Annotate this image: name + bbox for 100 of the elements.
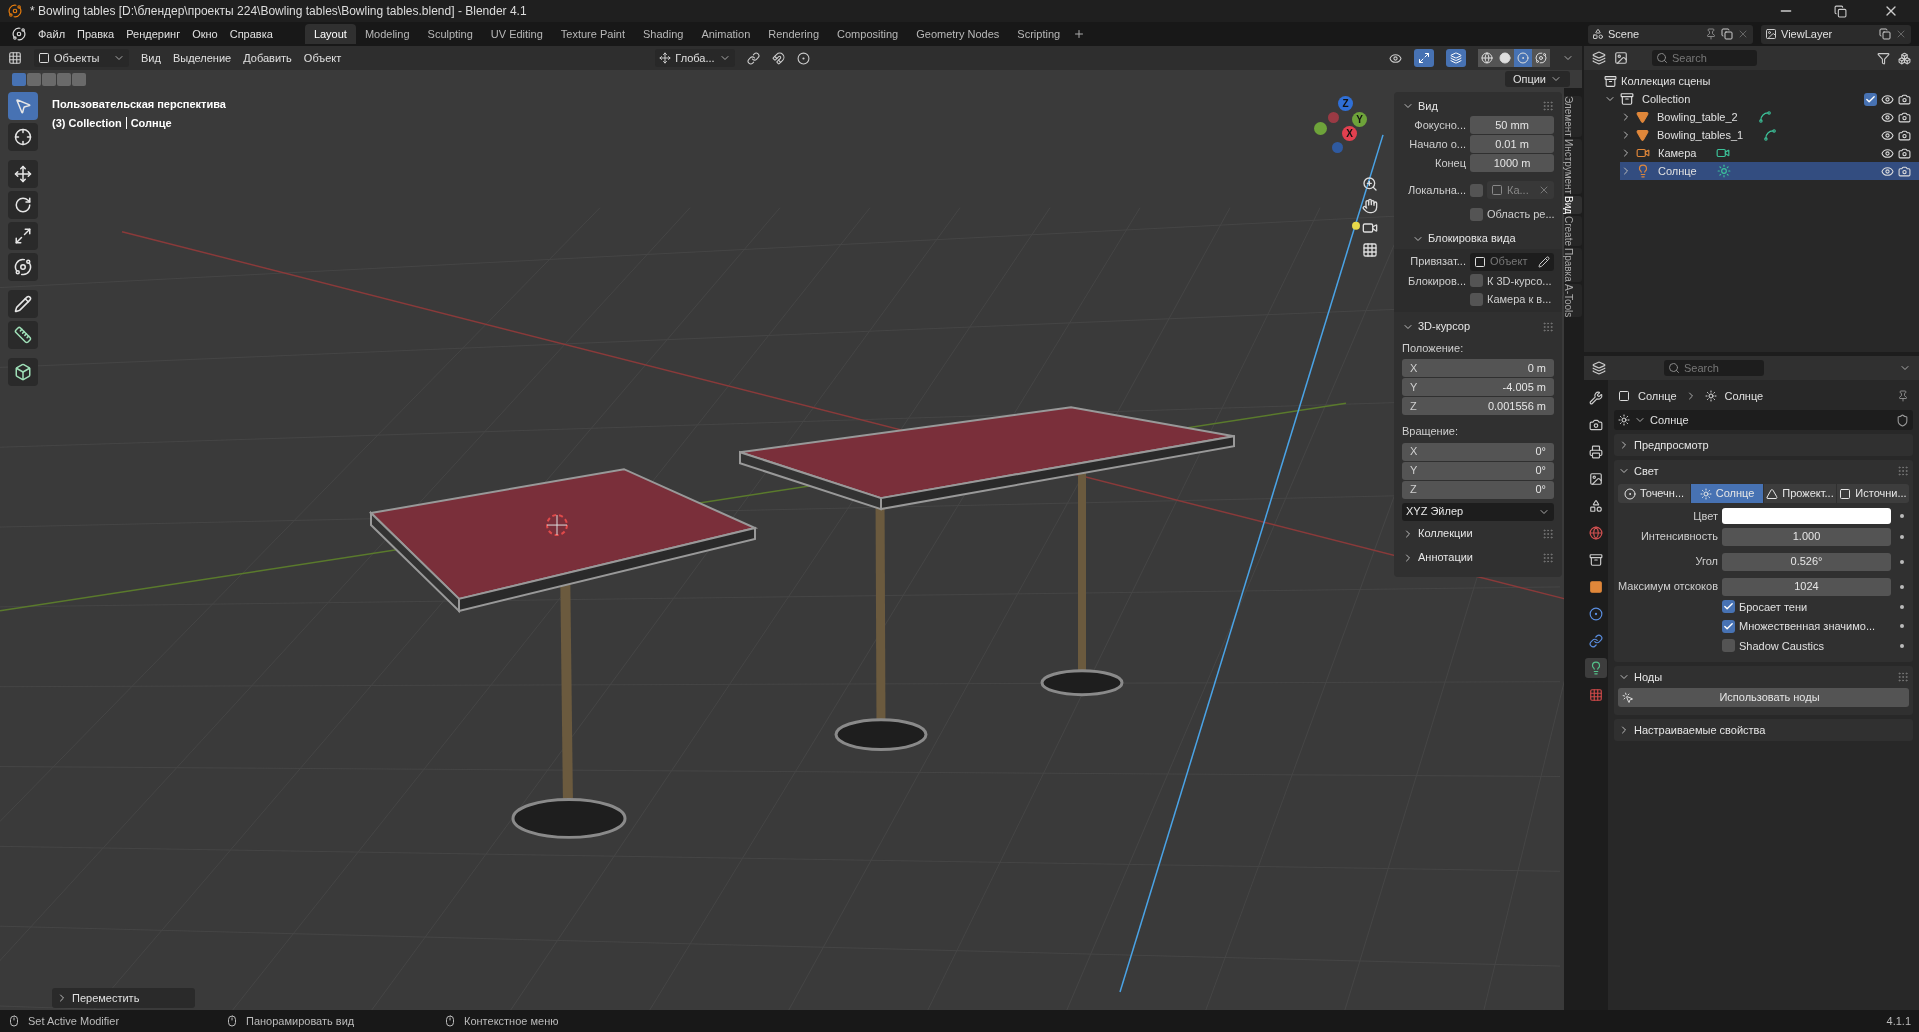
editor-type-icon[interactable] <box>8 51 22 65</box>
number-field[interactable]: 50 mm <box>1470 116 1554 134</box>
menu-item[interactable]: Рендеринг <box>126 25 181 43</box>
sidebar-tab[interactable]: Элемент <box>1564 96 1582 137</box>
camera-render-icon[interactable] <box>1898 146 1911 160</box>
camera-view-icon[interactable] <box>1362 220 1378 236</box>
camera-render-icon[interactable] <box>1898 128 1911 142</box>
gizmo-toggle[interactable] <box>1414 49 1434 67</box>
copy-icon[interactable] <box>1879 28 1891 40</box>
drag-handle-icon[interactable] <box>1897 465 1909 477</box>
color-swatch[interactable] <box>1722 508 1891 525</box>
add-workspace-icon[interactable] <box>1073 28 1086 40</box>
orientation-dropdown[interactable]: Глоба... <box>655 49 735 67</box>
checkbox[interactable] <box>1722 619 1735 633</box>
use-nodes-button[interactable]: Использовать ноды <box>1618 688 1909 707</box>
pin-icon[interactable] <box>1705 28 1717 40</box>
workspace-tab[interactable]: UV Editing <box>481 24 552 44</box>
number-field[interactable]: 0.01 m <box>1470 135 1554 153</box>
eye-icon[interactable] <box>1881 146 1894 160</box>
visibility-icon[interactable] <box>1389 51 1402 65</box>
app-logo-icon[interactable] <box>12 27 26 41</box>
pivot-icon[interactable] <box>746 51 760 65</box>
tool-button[interactable] <box>8 191 38 219</box>
object-field[interactable]: Объект <box>1470 252 1554 271</box>
hand-icon[interactable] <box>1362 198 1378 214</box>
number-field[interactable]: 1024 <box>1722 577 1891 596</box>
new-collection-icon[interactable] <box>1898 51 1911 65</box>
shading-button[interactable] <box>1478 49 1496 67</box>
mode-dropdown[interactable]: Объекты <box>34 49 129 67</box>
panel-header[interactable]: Настраиваемые свойства <box>1614 719 1913 741</box>
checkbox[interactable] <box>1722 639 1735 653</box>
tool-button[interactable] <box>8 253 38 281</box>
clear-icon[interactable] <box>1538 184 1550 196</box>
number-field[interactable]: 1000 m <box>1470 154 1554 172</box>
vector-field[interactable]: Y -4.005 m <box>1402 378 1554 396</box>
eye-icon[interactable] <box>1881 164 1894 178</box>
shading-button[interactable] <box>1532 49 1550 67</box>
overlay-toggle[interactable] <box>1446 49 1466 67</box>
menu-item[interactable]: Справка <box>229 25 273 43</box>
sidebar-tab[interactable]: Create <box>1564 216 1582 247</box>
light-type-button[interactable]: Источни... <box>1837 484 1909 503</box>
checkbox[interactable] <box>1470 207 1483 221</box>
vector-field[interactable]: X 0 m <box>1402 359 1554 377</box>
axis-handle[interactable]: Z <box>1338 96 1353 111</box>
checkbox[interactable] <box>1470 292 1483 306</box>
checkbox[interactable] <box>1722 600 1735 614</box>
panel-header[interactable]: Предпросмотр <box>1614 434 1913 456</box>
camera-render-icon[interactable] <box>1898 110 1911 124</box>
scene-selector[interactable]: Scene <box>1588 24 1753 44</box>
workspace-tab[interactable]: Shading <box>634 24 693 44</box>
number-field[interactable]: 1.000 <box>1722 527 1891 546</box>
shield-icon[interactable] <box>1896 413 1909 427</box>
grid-icon[interactable] <box>1362 242 1378 258</box>
tool-button[interactable] <box>8 222 38 250</box>
proportional-edit-icon[interactable] <box>796 51 810 65</box>
vector-field[interactable]: Y 0° <box>1402 461 1554 480</box>
camera-render-icon[interactable] <box>1898 92 1911 106</box>
display-mode-icon[interactable] <box>1592 51 1606 65</box>
outliner-row[interactable]: Камера <box>1620 144 1919 162</box>
properties-tab[interactable] <box>1585 658 1607 678</box>
breadcrumb-item[interactable]: Солнце <box>1638 387 1677 405</box>
shading-button[interactable] <box>1496 49 1514 67</box>
tool-button[interactable] <box>8 160 38 188</box>
checkbox[interactable] <box>1470 183 1483 197</box>
eye-icon[interactable] <box>1881 128 1894 142</box>
header-menu[interactable]: Выделение <box>172 49 232 67</box>
zoom-icon[interactable] <box>1362 176 1378 192</box>
menu-item[interactable]: Правка <box>77 25 115 43</box>
vector-field[interactable]: Z 0.001556 m <box>1402 397 1554 415</box>
snap-icon[interactable] <box>771 51 785 65</box>
drag-handle-icon[interactable] <box>1897 671 1909 683</box>
vector-field[interactable]: X 0° <box>1402 442 1554 461</box>
outliner-row[interactable]: Collection <box>1604 90 1919 108</box>
drag-handle-icon[interactable] <box>1542 551 1554 564</box>
workspace-tab[interactable]: Geometry Nodes <box>907 24 1009 44</box>
tool-button[interactable] <box>8 123 38 151</box>
sidebar-tab[interactable]: Правка <box>1564 248 1582 282</box>
header-menu[interactable]: Вид <box>141 49 161 67</box>
sidebar-tab[interactable]: Инструмент <box>1564 138 1582 194</box>
outliner-row[interactable]: Bowling_tables_1 <box>1620 126 1919 144</box>
axis-handle[interactable]: Y <box>1352 112 1367 127</box>
workspace-tab[interactable]: Compositing <box>828 24 908 44</box>
workspace-tab[interactable]: Rendering <box>759 24 829 44</box>
view-layer-icon[interactable] <box>1614 51 1628 65</box>
drag-handle-icon[interactable] <box>1542 100 1554 112</box>
menu-item[interactable]: Окно <box>192 25 218 43</box>
vector-field[interactable]: Z 0° <box>1402 480 1554 499</box>
outliner-row[interactable]: Солнце <box>1620 162 1919 180</box>
search-field[interactable]: Search <box>1652 50 1757 66</box>
sidebar-tab[interactable]: A-Tools <box>1564 283 1582 318</box>
eye-icon[interactable] <box>1881 92 1894 106</box>
checkbox[interactable] <box>1470 274 1483 288</box>
number-field[interactable]: 0.526° <box>1722 552 1891 571</box>
light-type-button[interactable]: Прожект... <box>1764 484 1836 503</box>
drag-handle-icon[interactable] <box>1542 320 1554 333</box>
tool-button[interactable] <box>8 321 38 349</box>
search-field[interactable]: Search <box>1664 360 1764 376</box>
view-layer-selector[interactable]: ViewLayer <box>1761 24 1911 44</box>
copy-icon[interactable] <box>1721 28 1733 40</box>
checkbox[interactable] <box>1864 92 1877 106</box>
